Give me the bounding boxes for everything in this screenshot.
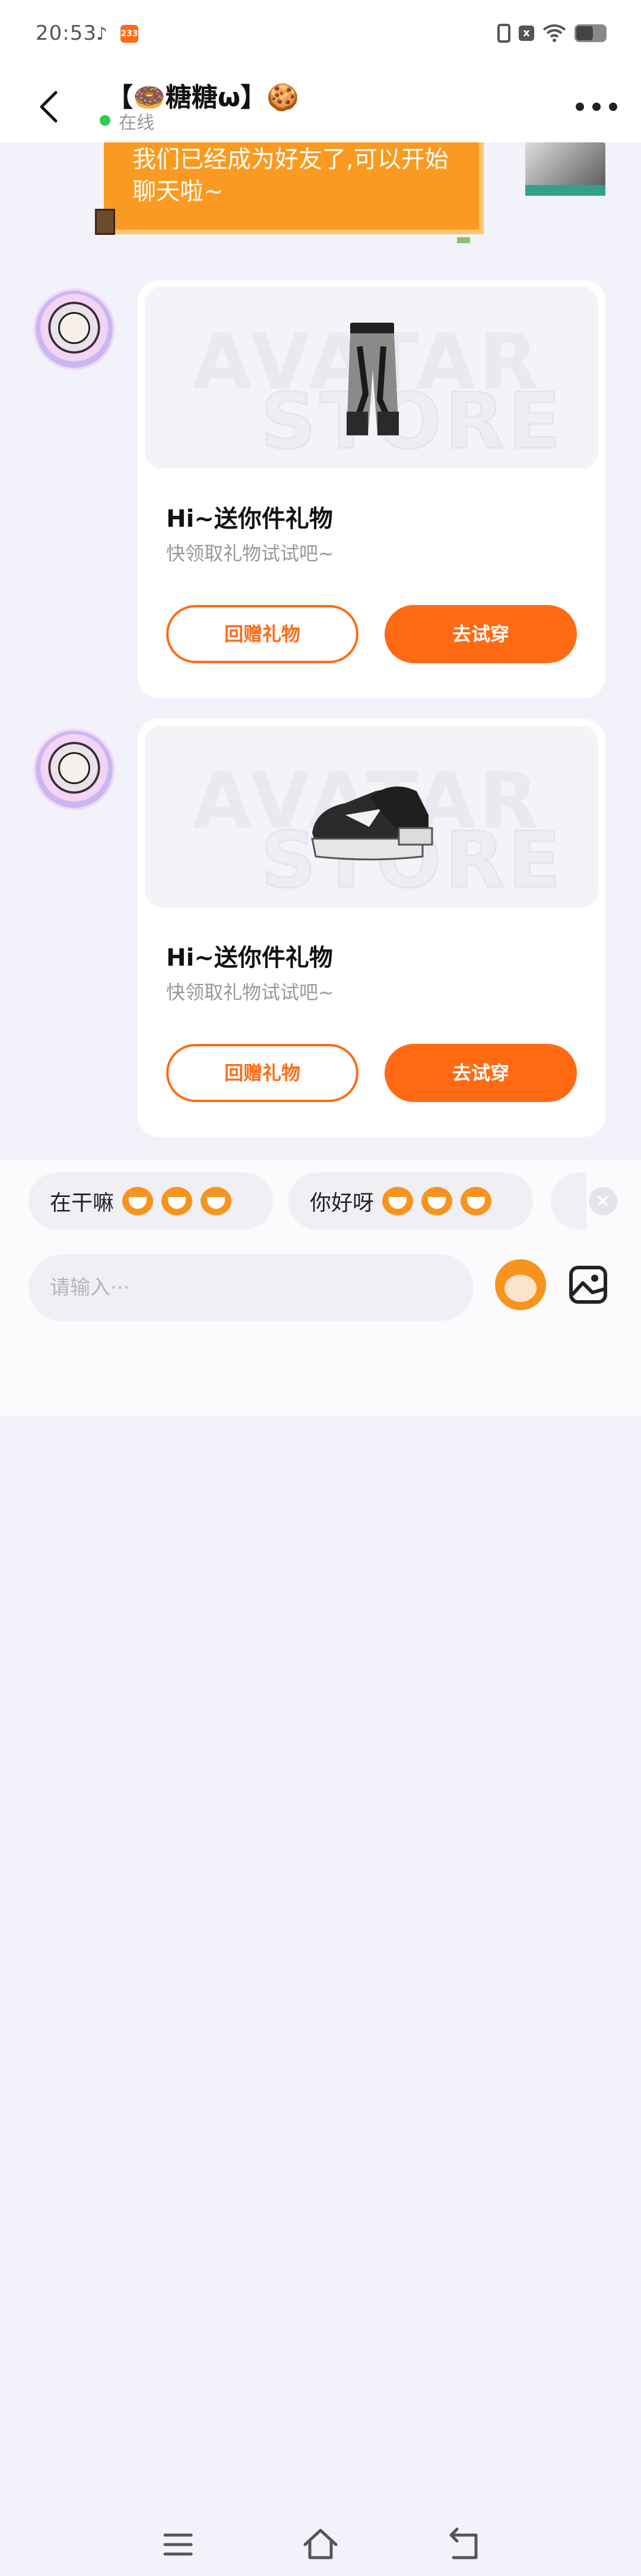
- quick-reply-row[interactable]: 在干嘛 你好呀 ×: [28, 1173, 622, 1231]
- gift-subtitle: 快领取礼物试试吧~: [166, 981, 334, 1004]
- sim-off-icon: x: [519, 26, 534, 41]
- more-dot-icon: [609, 103, 617, 111]
- image-picker-icon[interactable]: [569, 1265, 608, 1304]
- quick-reply-text: 在干嘛: [50, 1191, 115, 1215]
- gift-title: Hi~送你件礼物: [166, 505, 333, 533]
- grin-emoji-icon: [161, 1187, 193, 1215]
- emoji-sticker-button[interactable]: [495, 1259, 546, 1310]
- sneakers-icon: [311, 787, 433, 861]
- quick-reply-chip-partial[interactable]: [551, 1173, 586, 1230]
- online-status-text: 在线: [119, 113, 154, 133]
- gift-image[interactable]: AVATAR STORE: [145, 726, 598, 908]
- sender-avatar[interactable]: [36, 731, 113, 808]
- pants-icon: [347, 323, 399, 435]
- menu-icon[interactable]: [160, 2527, 196, 2562]
- quick-reply-chip[interactable]: 你好呀: [288, 1173, 533, 1230]
- vibrate-icon: [497, 24, 510, 43]
- chat-messages[interactable]: 我们已经成为好友了,可以开始聊天啦~ AVATAR STORE Hi~送你件礼物…: [0, 142, 641, 1160]
- music-note-icon: ♪: [96, 24, 108, 44]
- grin-emoji-icon: [201, 1187, 232, 1215]
- friend-banner-text: 我们已经成为好友了,可以开始聊天啦~: [132, 146, 449, 205]
- return-gift-button[interactable]: 回赠礼物: [166, 605, 358, 663]
- status-icons: x: [497, 24, 607, 43]
- mascot-icon: [504, 1275, 537, 1302]
- wifi-icon: [542, 24, 566, 42]
- gift-image[interactable]: AVATAR STORE: [145, 287, 598, 469]
- chat-header: 【🍩糖糖ω】🍪 在线: [0, 71, 641, 142]
- back-nav-icon[interactable]: [445, 2527, 481, 2562]
- avatar-face: [58, 752, 90, 784]
- composer-panel: 在干嘛 你好呀 ×: [0, 1160, 641, 2559]
- avatar-face: [58, 312, 90, 344]
- more-dot-icon: [576, 103, 584, 111]
- watermark-text: STORE: [260, 375, 564, 467]
- back-button[interactable]: [31, 83, 66, 130]
- gift-card[interactable]: AVATAR STORE Hi~送你件礼物 快领取礼物试试吧~ 回赠礼物 去试穿: [138, 280, 605, 698]
- pixel-decoration: [457, 237, 470, 243]
- more-dot-icon: [592, 103, 601, 111]
- gift-card[interactable]: AVATAR STORE Hi~送你件礼物 快领取礼物试试吧~ 回赠礼物 去试穿: [138, 719, 605, 1137]
- gift-subtitle: 快领取礼物试试吧~: [166, 542, 334, 565]
- monkey-emoji-icon: [421, 1187, 453, 1215]
- quick-reply-text: 你好呀: [310, 1191, 375, 1215]
- try-on-button[interactable]: 去试穿: [385, 605, 577, 663]
- return-gift-button[interactable]: 回赠礼物: [166, 1044, 358, 1102]
- pixel-grass-decoration: [525, 185, 605, 196]
- app-badge-icon: 233: [120, 25, 138, 43]
- friend-added-banner: 我们已经成为好友了,可以开始聊天啦~: [104, 142, 484, 234]
- close-quick-replies-icon[interactable]: ×: [589, 1187, 617, 1215]
- try-on-button[interactable]: 去试穿: [385, 1044, 577, 1102]
- sender-avatar[interactable]: [36, 291, 113, 368]
- chevron-left-icon: [40, 91, 58, 123]
- status-time: 20:53: [36, 21, 97, 45]
- pixel-character-icon: [95, 209, 115, 235]
- grin-emoji-icon: [122, 1187, 154, 1215]
- monkey-emoji-icon: [382, 1187, 414, 1215]
- system-nav-bar: [0, 2527, 641, 2576]
- gift-title: Hi~送你件礼物: [166, 944, 333, 972]
- home-icon[interactable]: [303, 2527, 338, 2562]
- online-status-dot: [100, 115, 110, 126]
- quick-reply-chip[interactable]: 在干嘛: [28, 1173, 273, 1230]
- monkey-emoji-icon: [461, 1187, 492, 1215]
- battery-icon: [575, 24, 607, 42]
- message-input[interactable]: [28, 1254, 474, 1321]
- more-options-button[interactable]: [576, 95, 617, 119]
- status-bar: 20:53 ♪ 233 x: [0, 0, 641, 71]
